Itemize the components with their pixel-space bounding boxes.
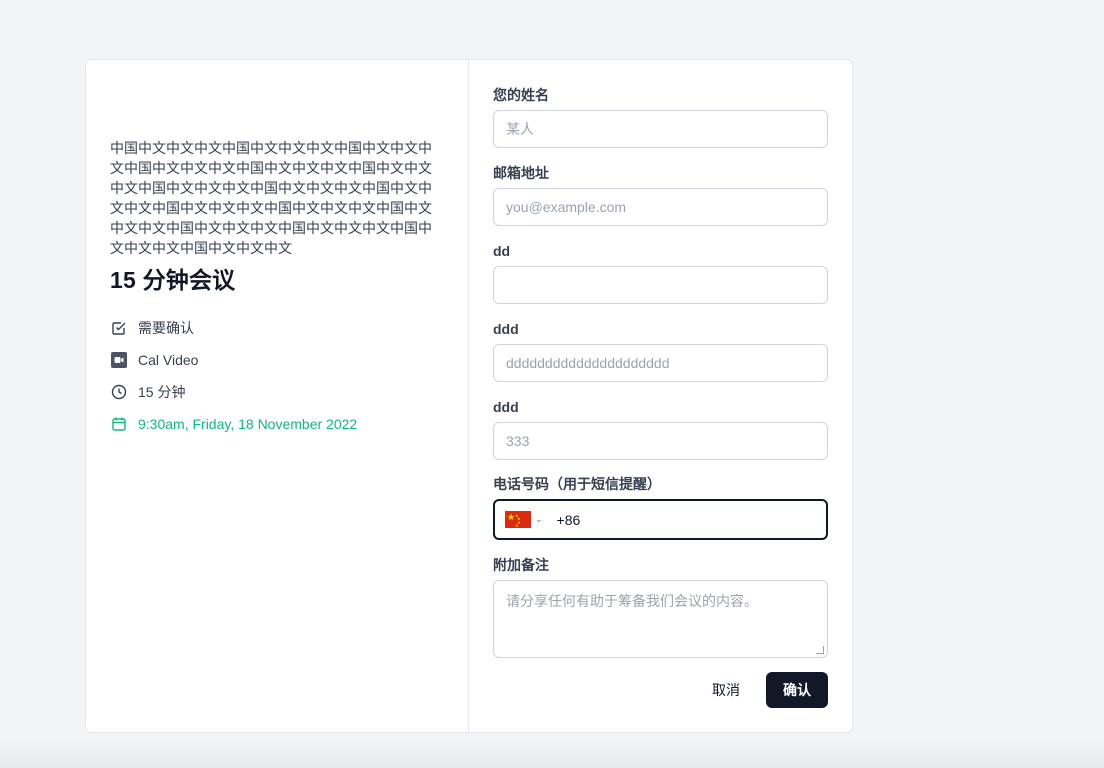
booking-card: 中国中文中文中文中国中文中文中文中国中文中文中文中国中文中文中文中国中文中文中文… [85,59,853,733]
event-meta: 需要确认 Cal Video 15 分钟 9:30am, Friday, 18 … [110,312,357,440]
email-label: 邮箱地址 [493,165,549,181]
notes-label: 附加备注 [493,557,549,573]
meta-duration: 15 分钟 [110,376,357,408]
meta-datetime-label: 9:30am, Friday, 18 November 2022 [138,416,358,432]
event-description: 中国中文中文中文中国中文中文中文中国中文中文中文中国中文中文中文中国中文中文中文… [110,140,432,256]
ddd-field-2: ddd 333 [493,398,828,460]
page-bottom-band [0,738,1104,768]
name-field: 您的姓名 某人 [493,86,828,148]
resize-handle-icon[interactable] [816,646,824,654]
china-flag-icon[interactable]: ★ ★ ★ ★ ★ [505,511,531,528]
phone-input[interactable]: ★ ★ ★ ★ ★ ⌄ +86 [493,499,828,540]
clock-icon [110,383,128,401]
name-input[interactable]: 某人 [493,110,828,148]
ddd-field-1: ddd ddddddddddddddddddddd [493,320,828,382]
notes-textarea[interactable]: 请分享任何有助于筹备我们会议的内容。 [493,580,828,658]
notes-field: 附加备注 请分享任何有助于筹备我们会议的内容。 [493,556,828,658]
video-icon [110,351,128,369]
cancel-button[interactable]: 取消 [698,672,754,708]
phone-field: 电话号码（用于短信提醒） ★ ★ ★ ★ ★ ⌄ +86 [493,475,828,540]
booking-form: 您的姓名 某人 邮箱地址 you@example.com dd ddd dddd… [469,60,852,732]
phone-label: 电话号码（用于短信提醒） [493,476,661,492]
name-placeholder: 某人 [506,121,534,137]
phone-value: +86 [556,511,581,528]
name-label: 您的姓名 [493,87,549,103]
meta-datetime: 9:30am, Friday, 18 November 2022 [110,408,357,440]
meta-location: Cal Video [110,344,357,376]
form-actions: 取消 确认 [698,672,828,708]
dd-field: dd [493,242,828,304]
calendar-icon [110,415,128,433]
meta-confirmation-label: 需要确认 [138,320,194,336]
ddd-input-1[interactable]: ddddddddddddddddddddd [493,344,828,382]
ddd-label-1: ddd [493,321,519,337]
event-title: 15 分钟会议 [110,267,236,293]
confirm-button[interactable]: 确认 [766,672,828,708]
ddd-placeholder-1: ddddddddddddddddddddd [506,355,670,371]
dd-input[interactable] [493,266,828,304]
dd-label: dd [493,243,511,259]
meta-duration-label: 15 分钟 [138,384,186,400]
event-info-panel: 中国中文中文中文中国中文中文中文中国中文中文中文中国中文中文中文中国中文中文中文… [86,60,469,732]
email-input[interactable]: you@example.com [493,188,828,226]
meta-location-label: Cal Video [138,352,199,368]
chevron-down-icon[interactable]: ⌄ [535,514,543,525]
ddd-label-2: ddd [493,399,519,415]
ddd-placeholder-2: 333 [506,433,530,449]
meta-confirmation: 需要确认 [110,312,357,344]
ddd-input-2[interactable]: 333 [493,422,828,460]
email-placeholder: you@example.com [506,199,627,215]
checkbox-icon [110,319,128,337]
email-field: 邮箱地址 you@example.com [493,164,828,226]
notes-placeholder: 请分享任何有助于筹备我们会议的内容。 [506,593,758,609]
